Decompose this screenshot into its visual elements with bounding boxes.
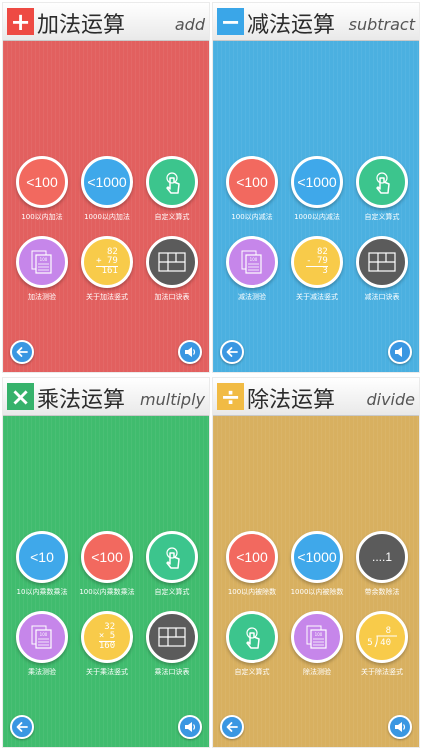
- multiply-body: <10 <100 100 32 × 5 160 10以内乘数乘法 100以内乘数…: [3, 416, 209, 747]
- button-text: <100: [236, 549, 268, 565]
- button-text: <100: [91, 549, 123, 565]
- divide-under-100-button[interactable]: <100: [226, 531, 278, 583]
- table-grid-icon: [158, 627, 186, 647]
- table-grid-icon: [368, 252, 396, 272]
- subtract-panel: − 减法运算 subtract <100 <1000 100 82 - 79 3…: [212, 2, 420, 373]
- vertical-calc-figure: 82 + 79 161: [96, 247, 118, 276]
- hand-tap-icon: [166, 172, 180, 194]
- divide-remainder-button[interactable]: ....1: [356, 531, 408, 583]
- svg-text:100: 100: [40, 632, 48, 637]
- multiply-under-100-button[interactable]: <100: [81, 531, 133, 583]
- hand-tap-icon: [376, 172, 390, 194]
- subtract-title: 减法运算: [247, 13, 336, 38]
- button-text: <10: [30, 549, 54, 565]
- divide-header: ÷ 除法运算 divide: [213, 378, 419, 416]
- svg-text:100: 100: [315, 632, 323, 637]
- subtract-custom-label: 自定义算式: [364, 213, 400, 221]
- worksheet-icon: 100: [31, 250, 52, 274]
- add-table-button[interactable]: [146, 236, 198, 288]
- subtract-table-label: 减法口诀表: [364, 293, 400, 301]
- multiply-header: × 乘法运算 multiply: [3, 378, 209, 416]
- add-under-1000-button[interactable]: <1000: [81, 156, 133, 208]
- divide-custom-button[interactable]: [226, 611, 278, 663]
- multiply-custom-label: 自定义算式: [154, 588, 190, 596]
- multiply-custom-button[interactable]: [146, 531, 198, 583]
- hand-tap-icon: [166, 547, 180, 569]
- divide-body: <100 <1000 ....1 100 8 5 40 100以内被除数 100…: [213, 416, 419, 747]
- button-text: ....1: [371, 550, 392, 564]
- subtract-subtitle: subtract: [348, 15, 415, 34]
- subtract-under-100-button[interactable]: <100: [226, 156, 278, 208]
- svg-text:5: 5: [367, 638, 372, 648]
- divide-icon: ÷: [217, 383, 244, 410]
- divide-vertical-button[interactable]: 8 5 40: [356, 611, 408, 663]
- worksheet-icon: 100: [306, 625, 327, 649]
- svg-text:100: 100: [40, 257, 48, 262]
- add-title: 加法运算: [37, 13, 126, 38]
- subtract-custom-button[interactable]: [356, 156, 408, 208]
- add-quiz-button[interactable]: 100: [16, 236, 68, 288]
- multiply-title: 乘法运算: [37, 388, 126, 413]
- svg-text:40: 40: [380, 638, 391, 648]
- add-custom-button[interactable]: [146, 156, 198, 208]
- subtract-vertical-button[interactable]: 82 - 79 3: [291, 236, 343, 288]
- speaker-icon[interactable]: [178, 715, 202, 739]
- back-arrow-icon[interactable]: [220, 340, 244, 364]
- worksheet-icon: 100: [31, 625, 52, 649]
- multiply-vertical-button[interactable]: 32 × 5 160: [81, 611, 133, 663]
- add-custom-label: 自定义算式: [154, 213, 190, 221]
- back-arrow-icon[interactable]: [10, 715, 34, 739]
- divide-subtitle: divide: [366, 390, 415, 409]
- back-arrow-icon[interactable]: [10, 340, 34, 364]
- button-text: <1000: [297, 549, 337, 565]
- subtract-header: − 减法运算 subtract: [213, 3, 419, 41]
- divide-panel: ÷ 除法运算 divide <100 <1000 ....1 100 8 5 4…: [212, 377, 420, 748]
- svg-text:8: 8: [386, 626, 391, 636]
- divide-remainder-label: 带余数除法: [364, 588, 400, 596]
- back-arrow-icon[interactable]: [220, 715, 244, 739]
- multiply-subtitle: multiply: [140, 390, 205, 409]
- speaker-icon[interactable]: [388, 715, 412, 739]
- minus-icon: −: [217, 8, 244, 35]
- add-header: + 加法运算 add: [3, 3, 209, 41]
- button-text: <100: [26, 174, 58, 190]
- worksheet-icon: 100: [241, 250, 262, 274]
- multiply-under-10-button[interactable]: <10: [16, 531, 68, 583]
- plus-icon: +: [7, 8, 34, 35]
- multiply-quiz-button[interactable]: 100: [16, 611, 68, 663]
- add-table-label: 加法口诀表: [154, 293, 190, 301]
- button-text: <1000: [297, 174, 337, 190]
- speaker-icon[interactable]: [388, 340, 412, 364]
- button-text: <1000: [87, 174, 127, 190]
- button-text: <100: [236, 174, 268, 190]
- subtract-quiz-button[interactable]: 100: [226, 236, 278, 288]
- hand-tap-icon: [246, 627, 260, 649]
- long-division-figure: 8 5 40: [367, 626, 397, 648]
- vertical-calc-figure: 82 - 79 3: [306, 247, 328, 276]
- add-panel: + 加法运算 add <100 <1000 100 82 + 79 161 10…: [2, 2, 210, 373]
- divide-title: 除法运算: [247, 388, 336, 413]
- multiply-panel: × 乘法运算 multiply <10 <100 100 32 × 5 160 …: [2, 377, 210, 748]
- add-under-100-button[interactable]: <100: [16, 156, 68, 208]
- add-body: <100 <1000 100 82 + 79 161 100以内加法 1000以…: [3, 41, 209, 372]
- multiply-table-button[interactable]: [146, 611, 198, 663]
- divide-vertical-label: 关于除法竖式: [361, 668, 403, 676]
- divide-under-1000-button[interactable]: <1000: [291, 531, 343, 583]
- subtract-table-button[interactable]: [356, 236, 408, 288]
- add-vertical-button[interactable]: 82 + 79 161: [81, 236, 133, 288]
- subtract-body: <100 <1000 100 82 - 79 3 100以内减法 1000以内减…: [213, 41, 419, 372]
- speaker-icon[interactable]: [178, 340, 202, 364]
- times-icon: ×: [7, 383, 34, 410]
- add-subtitle: add: [174, 15, 205, 34]
- svg-text:100: 100: [250, 257, 258, 262]
- table-grid-icon: [158, 252, 186, 272]
- subtract-under-1000-button[interactable]: <1000: [291, 156, 343, 208]
- divide-quiz-button[interactable]: 100: [291, 611, 343, 663]
- multiply-table-label: 乘法口诀表: [154, 668, 190, 676]
- vertical-calc-figure: 32 × 5 160: [98, 622, 116, 651]
